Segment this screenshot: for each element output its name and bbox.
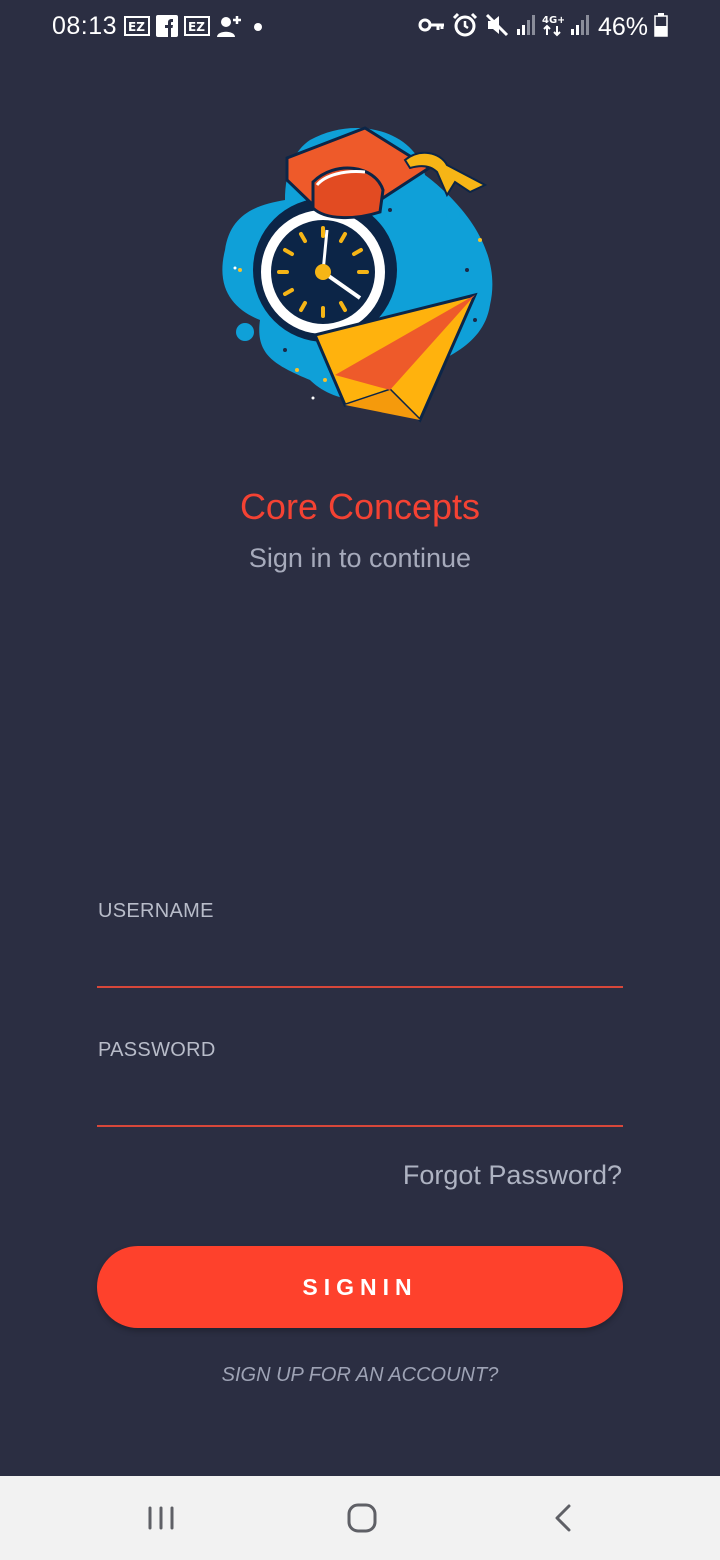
home-icon[interactable] bbox=[342, 1498, 382, 1538]
status-notification-icons: EZ EZ bbox=[124, 14, 266, 43]
key-icon bbox=[418, 15, 446, 40]
battery-icon bbox=[654, 13, 668, 42]
username-label: USERNAME bbox=[98, 900, 214, 922]
forgot-password-link[interactable]: Forgot Password? bbox=[403, 1160, 622, 1191]
app-title: Core Concepts bbox=[239, 486, 481, 527]
battery-percent: 46% bbox=[597, 13, 648, 41]
ez-icon: EZ bbox=[184, 16, 210, 41]
add-person-icon bbox=[216, 14, 244, 43]
svg-text:EZ: EZ bbox=[188, 20, 205, 34]
alarm-icon bbox=[452, 12, 478, 43]
signal-icon bbox=[570, 14, 590, 41]
ez-icon: EZ bbox=[124, 16, 150, 41]
status-time: 08:13 bbox=[52, 12, 118, 40]
network-4g-icon: 4G+ bbox=[542, 13, 566, 42]
signal-icon bbox=[516, 14, 536, 41]
back-icon[interactable] bbox=[544, 1498, 584, 1538]
status-system-icons: 4G+ 46% bbox=[418, 12, 668, 43]
dot-icon bbox=[250, 18, 266, 39]
recent-apps-icon[interactable] bbox=[141, 1498, 181, 1538]
status-bar: 08:13 EZ EZ 4G+ 46% bbox=[0, 0, 720, 56]
username-input[interactable] bbox=[97, 942, 623, 988]
nav-bar bbox=[0, 1476, 720, 1560]
signup-link[interactable]: SIGN UP FOR AN ACCOUNT? bbox=[0, 1364, 720, 1387]
password-label: PASSWORD bbox=[98, 1039, 216, 1061]
password-input[interactable] bbox=[97, 1081, 623, 1127]
facebook-icon bbox=[156, 15, 178, 42]
svg-text:4G+: 4G+ bbox=[542, 15, 564, 26]
app-subtitle: Sign in to continue bbox=[248, 543, 472, 573]
app-logo bbox=[215, 120, 505, 440]
mute-icon bbox=[484, 12, 510, 43]
signin-button[interactable]: SIGNIN bbox=[97, 1246, 623, 1328]
svg-text:EZ: EZ bbox=[128, 20, 145, 34]
